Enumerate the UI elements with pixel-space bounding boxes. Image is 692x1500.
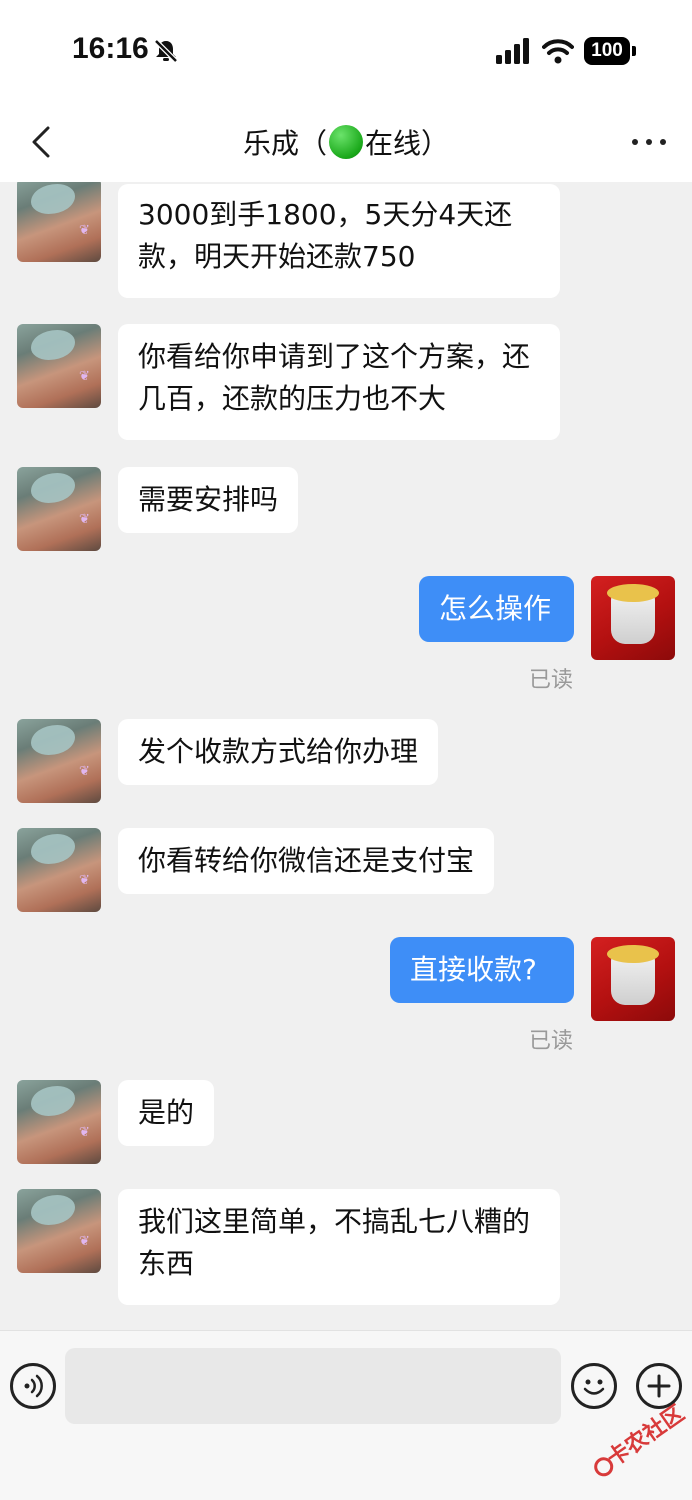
message-bubble[interactable]: 我们这里简单，不搞乱七八糟的东西 bbox=[118, 1189, 560, 1305]
chat-header: 乐成（ 在线） bbox=[0, 100, 692, 182]
user-avatar[interactable] bbox=[591, 937, 675, 1021]
message-bubble[interactable]: 你看转给你微信还是支付宝 bbox=[118, 828, 495, 894]
chat-title: 乐成（ 在线） bbox=[0, 122, 692, 162]
contact-name: 乐成（ bbox=[242, 127, 327, 160]
svg-text:卡农社区: 卡农社区 bbox=[602, 1400, 689, 1472]
contact-avatar[interactable]: ❦ bbox=[17, 719, 101, 803]
message-bubble-sent[interactable]: 怎么操作 bbox=[419, 576, 574, 642]
contact-avatar[interactable]: ❦ bbox=[17, 828, 101, 912]
contact-avatar[interactable]: ❦ bbox=[17, 1080, 101, 1164]
contact-avatar[interactable]: ❦ bbox=[17, 467, 101, 551]
online-status-icon bbox=[329, 125, 363, 159]
message-bubble[interactable]: 3000到手1800，5天分4天还款，明天开始还款750 bbox=[118, 184, 560, 298]
read-receipt: 已读 bbox=[529, 668, 574, 693]
bell-muted-icon bbox=[154, 39, 178, 63]
message-bubble[interactable]: 是的 bbox=[118, 1080, 215, 1146]
read-receipt: 已读 bbox=[529, 1029, 574, 1054]
status-bar: 16:16 100 bbox=[0, 0, 692, 100]
status-time: 16:16 bbox=[72, 32, 149, 65]
message-bubble[interactable]: 你看给你申请到了这个方案，还几百，还款的压力也不大 bbox=[118, 324, 560, 440]
cellular-signal-icon bbox=[496, 38, 529, 64]
battery-icon: 100 bbox=[584, 37, 636, 65]
message-bubble[interactable]: 需要安排吗 bbox=[118, 467, 299, 533]
contact-status: 在线） bbox=[365, 127, 450, 160]
user-avatar[interactable] bbox=[591, 576, 675, 660]
more-options-icon[interactable] bbox=[632, 130, 668, 154]
voice-input-icon[interactable] bbox=[10, 1363, 56, 1409]
message-bubble[interactable]: 发个收款方式给你办理 bbox=[118, 719, 439, 785]
watermark-logo: 卡农社区 bbox=[594, 1400, 689, 1477]
contact-avatar[interactable]: ❦ bbox=[17, 1189, 101, 1273]
contact-avatar[interactable]: ❦ bbox=[17, 182, 101, 262]
message-input[interactable] bbox=[65, 1348, 561, 1424]
message-bubble-sent[interactable]: 直接收款? bbox=[390, 937, 574, 1003]
message-list[interactable]: ❦ 3000到手1800，5天分4天还款，明天开始还款750 ❦ 你看给你申请到… bbox=[0, 182, 692, 1330]
contact-avatar[interactable]: ❦ bbox=[17, 324, 101, 408]
wifi-icon bbox=[542, 39, 574, 64]
